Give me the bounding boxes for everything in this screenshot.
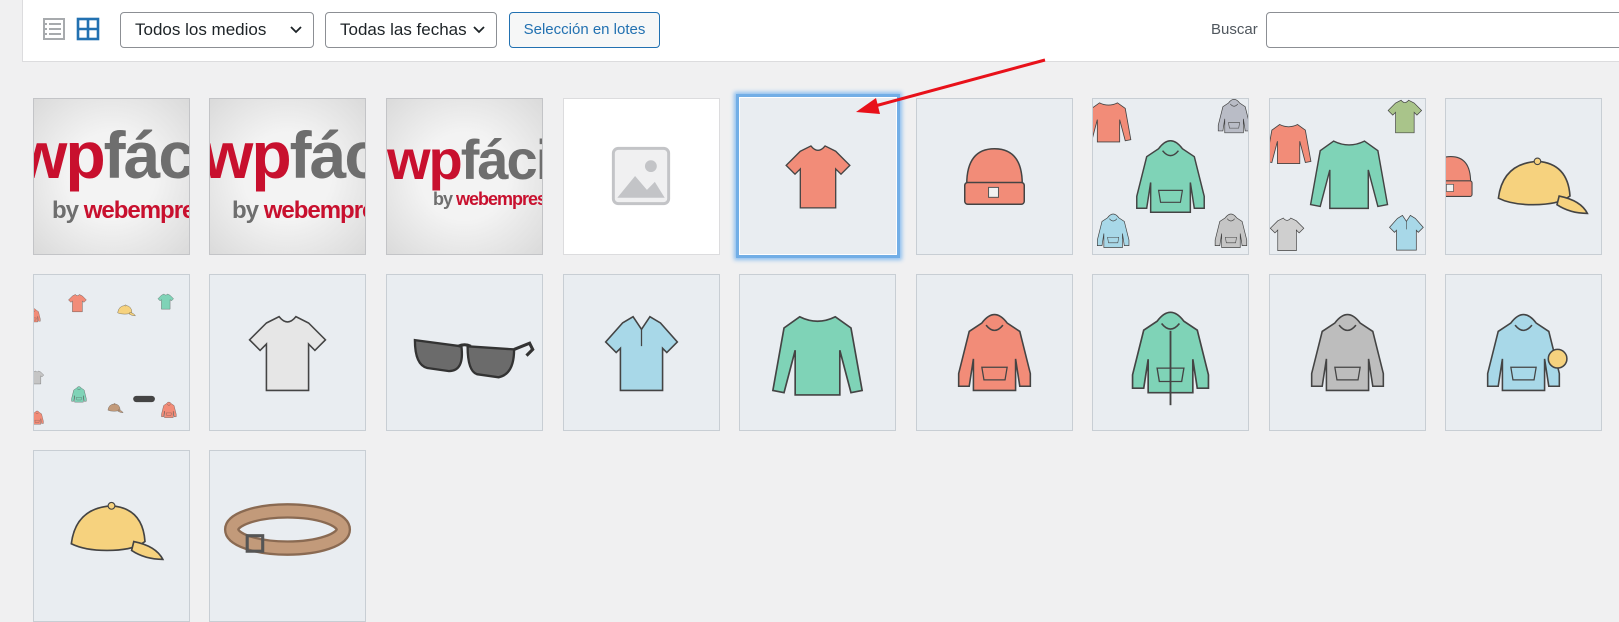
media-tile-logo[interactable]: wpfácil by webempresa — [386, 98, 543, 255]
logo-tagline: by webempresa — [433, 189, 542, 209]
media-tile-hoodie-pattern[interactable] — [1092, 98, 1249, 255]
date-filter[interactable]: Todas las fechas — [325, 12, 497, 48]
media-tile-clothing-pattern[interactable] — [33, 274, 190, 431]
media-tile-longsleeve-pattern[interactable] — [1269, 98, 1426, 255]
date-filter-value: Todas las fechas — [340, 20, 467, 39]
media-type-filter-value: Todos los medios — [135, 20, 267, 39]
tshirt-icon — [248, 315, 327, 392]
media-tile-hoodie-red[interactable] — [916, 274, 1073, 431]
media-tile-hoodie-zipper[interactable] — [1092, 274, 1249, 431]
media-tile-sunglasses[interactable] — [386, 274, 543, 431]
list-view-icon[interactable] — [41, 16, 67, 42]
media-tile-cap[interactable] — [33, 450, 190, 622]
sunglasses-icon — [413, 338, 535, 379]
search-label: Buscar — [1211, 21, 1258, 38]
belt-icon — [223, 503, 352, 556]
media-tile-logo[interactable]: wpfácil by webempresa — [33, 98, 190, 255]
logo-wordmark: wpfácil — [209, 118, 365, 192]
media-tile-vneck-tshirt[interactable] — [736, 94, 900, 258]
hoodie-icon — [1310, 313, 1385, 392]
media-tile-belt[interactable] — [209, 450, 366, 622]
polo-icon — [604, 315, 679, 392]
chevron-down-icon — [473, 26, 485, 34]
media-tile-beanie[interactable] — [916, 98, 1073, 255]
beanie-icon — [963, 147, 1026, 206]
hoodie-icon — [1486, 313, 1568, 392]
grid-view-icon[interactable] — [75, 16, 101, 42]
tshirt-icon — [785, 145, 851, 209]
bulk-select-button[interactable]: Selección en lotes — [509, 12, 660, 48]
media-tile-beanie-cap[interactable] — [1445, 98, 1602, 255]
hoodie-icon — [1131, 311, 1210, 406]
longsleeve-pattern — [1270, 99, 1424, 251]
media-tile-placeholder[interactable] — [563, 98, 720, 255]
media-toolbar: Todos los medios Todas las fechas Selecc… — [22, 0, 1619, 62]
image-placeholder-icon — [611, 146, 671, 206]
media-tile-polo[interactable] — [563, 274, 720, 431]
hoodie-pattern — [1093, 99, 1248, 248]
logo-tagline: by webempresa — [232, 197, 365, 224]
logo-tagline: by webempresa — [52, 197, 189, 224]
media-tile-hoodie-grey[interactable] — [1269, 274, 1426, 431]
hoodie-icon — [957, 313, 1032, 392]
cap-icon — [1446, 155, 1589, 215]
media-tile-tshirt[interactable] — [209, 274, 366, 431]
longsleeve-icon — [772, 315, 863, 396]
media-tile-logo[interactable]: wpfácil by webempresa — [209, 98, 366, 255]
clothing-pattern — [34, 293, 177, 425]
media-tile-long-sleeve-tee[interactable] — [739, 274, 896, 431]
logo-wordmark: wpfácil — [387, 128, 542, 191]
search-input[interactable] — [1266, 12, 1619, 48]
media-type-filter[interactable]: Todos los medios — [120, 12, 314, 48]
logo-wordmark: wpfácil — [34, 118, 190, 192]
chevron-down-icon — [290, 26, 302, 34]
cap-icon — [70, 501, 164, 561]
media-tile-hoodie-logo[interactable] — [1445, 274, 1602, 431]
